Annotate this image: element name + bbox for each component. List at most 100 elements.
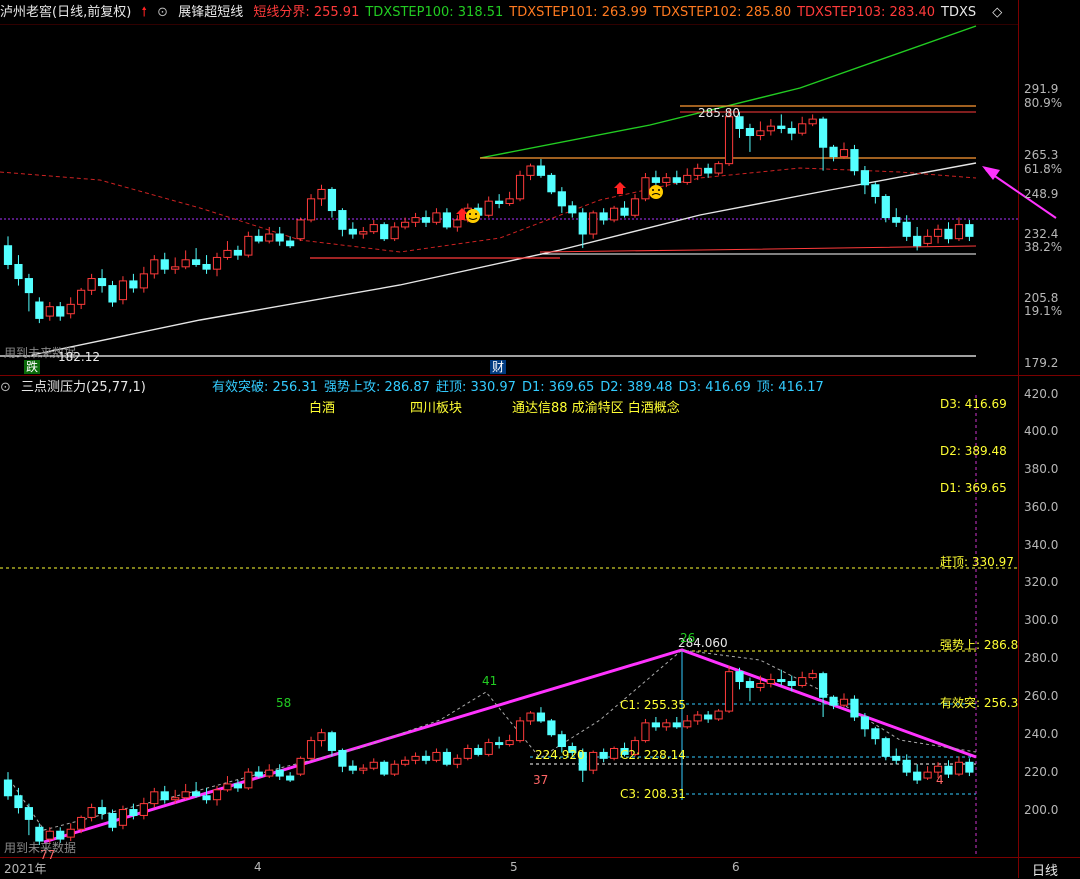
- candle-body: [24, 807, 33, 820]
- low-price-label: 224.920: [535, 748, 585, 762]
- period-selector[interactable]: 日线: [1032, 860, 1058, 879]
- candle-body: [286, 240, 295, 247]
- indicator-name[interactable]: 展锋超短线: [178, 5, 243, 20]
- candle-body: [87, 807, 96, 818]
- candle-body: [380, 224, 389, 240]
- candle-body: [933, 228, 943, 237]
- candle-body: [286, 775, 295, 781]
- count-label: 26: [680, 631, 696, 645]
- candle-body: [212, 789, 222, 801]
- candle-body: [275, 233, 284, 242]
- candle-body: [839, 149, 849, 158]
- candle-body: [108, 285, 117, 303]
- candle-body: [735, 671, 744, 683]
- candle-body: [77, 816, 86, 830]
- candle-body: [401, 759, 410, 765]
- candle-body: [35, 301, 44, 319]
- kline-chart[interactable]: [0, 0, 1080, 878]
- candle-body: [244, 771, 253, 789]
- candle-body: [432, 212, 441, 223]
- candle-body: [495, 742, 504, 746]
- candle-body: [808, 118, 817, 125]
- candle-body: [421, 755, 431, 761]
- concept-tag[interactable]: 白酒: [309, 402, 335, 416]
- die-badge: 跌: [24, 360, 41, 374]
- candle-body: [526, 165, 535, 176]
- candle-body: [139, 803, 148, 816]
- indicator-name[interactable]: 三点测压力(25,77,1): [21, 380, 146, 395]
- candle-body: [338, 749, 347, 767]
- candle-body: [233, 249, 243, 256]
- x-axis-label: 5: [510, 860, 518, 874]
- concept-tag[interactable]: 四川板块: [410, 402, 462, 416]
- candle-body: [704, 167, 713, 174]
- candle-body: [850, 149, 859, 172]
- indicator-value: TDXSTEP101: 263.99: [509, 5, 648, 20]
- candle-body: [35, 826, 44, 842]
- axis-tick-label: 360.0: [1024, 500, 1059, 514]
- candle-body: [495, 200, 504, 205]
- candle-body: [892, 755, 901, 761]
- candle-body: [14, 795, 23, 809]
- candle-body: [327, 732, 337, 751]
- settings-circle-icon[interactable]: ⊙: [0, 380, 11, 395]
- indicator-value: D2: 389.48: [600, 380, 673, 395]
- candle-body: [3, 779, 13, 797]
- stock-title[interactable]: 泸州老窖(日线,前复权): [0, 5, 131, 20]
- candle-body: [547, 720, 556, 736]
- settings-circle-icon[interactable]: ⊙: [157, 5, 168, 20]
- diamond-icon[interactable]: ◇: [992, 5, 1002, 20]
- x-axis-label: 6: [732, 860, 740, 874]
- up-arrow-icon: 🠕: [141, 5, 147, 20]
- candle-body: [24, 278, 33, 294]
- candle-body: [724, 116, 734, 165]
- candle-body: [223, 783, 232, 791]
- candle-body: [599, 212, 608, 221]
- candle-body: [589, 751, 598, 771]
- candle-body: [923, 771, 932, 779]
- axis-tick-label: 61.8%: [1024, 162, 1063, 176]
- candle-body: [265, 233, 274, 242]
- candle-body: [306, 198, 316, 221]
- indicator-value: 强势上攻: 286.87: [323, 380, 430, 395]
- candle-body: [630, 198, 640, 216]
- candle-body: [369, 224, 378, 233]
- candle-body: [954, 761, 964, 775]
- candle-body: [693, 714, 702, 722]
- candle-body: [839, 698, 849, 706]
- up-arrow-icon: [614, 182, 626, 194]
- candle-body: [233, 783, 243, 789]
- axis-tick-label: 248.9: [1024, 187, 1059, 201]
- candle-body: [672, 722, 681, 728]
- candle-body: [798, 677, 807, 686]
- candle-body: [118, 809, 128, 826]
- low-price-label: 182.12: [58, 350, 100, 364]
- candle-body: [254, 235, 263, 242]
- candle-body: [390, 763, 399, 775]
- candle-body: [871, 184, 880, 197]
- indicator-values: 短线分界: 255.91 TDXSTEP100: 318.51 TDXSTEP101…: [253, 5, 982, 20]
- candle-body: [66, 303, 75, 315]
- indicator-value: D3: 416.69: [678, 380, 751, 395]
- candle-body: [150, 791, 159, 805]
- d1-label: D1: 369.65: [940, 481, 1007, 495]
- candle-body: [45, 830, 54, 840]
- candle-body: [526, 712, 535, 722]
- candle-body: [317, 188, 326, 200]
- concept-tag[interactable]: 通达信88 成渝特区 白酒概念: [512, 402, 680, 416]
- candle-body: [881, 195, 890, 219]
- candle-body: [97, 807, 107, 814]
- candle-body: [181, 259, 190, 268]
- axis-tick-label: 19.1%: [1024, 304, 1063, 318]
- candle-body: [798, 123, 807, 134]
- axis-tick-label: 300.0: [1024, 613, 1059, 627]
- candle-body: [965, 224, 974, 237]
- candle-body: [881, 738, 890, 757]
- candles-top: [3, 109, 974, 324]
- axis-tick-label: 265.3: [1024, 148, 1059, 162]
- candle-body: [944, 765, 953, 775]
- short-support-line: [539, 245, 977, 253]
- cai-badge[interactable]: 财: [490, 360, 507, 374]
- candle-body: [244, 235, 253, 256]
- candle-body: [97, 278, 107, 287]
